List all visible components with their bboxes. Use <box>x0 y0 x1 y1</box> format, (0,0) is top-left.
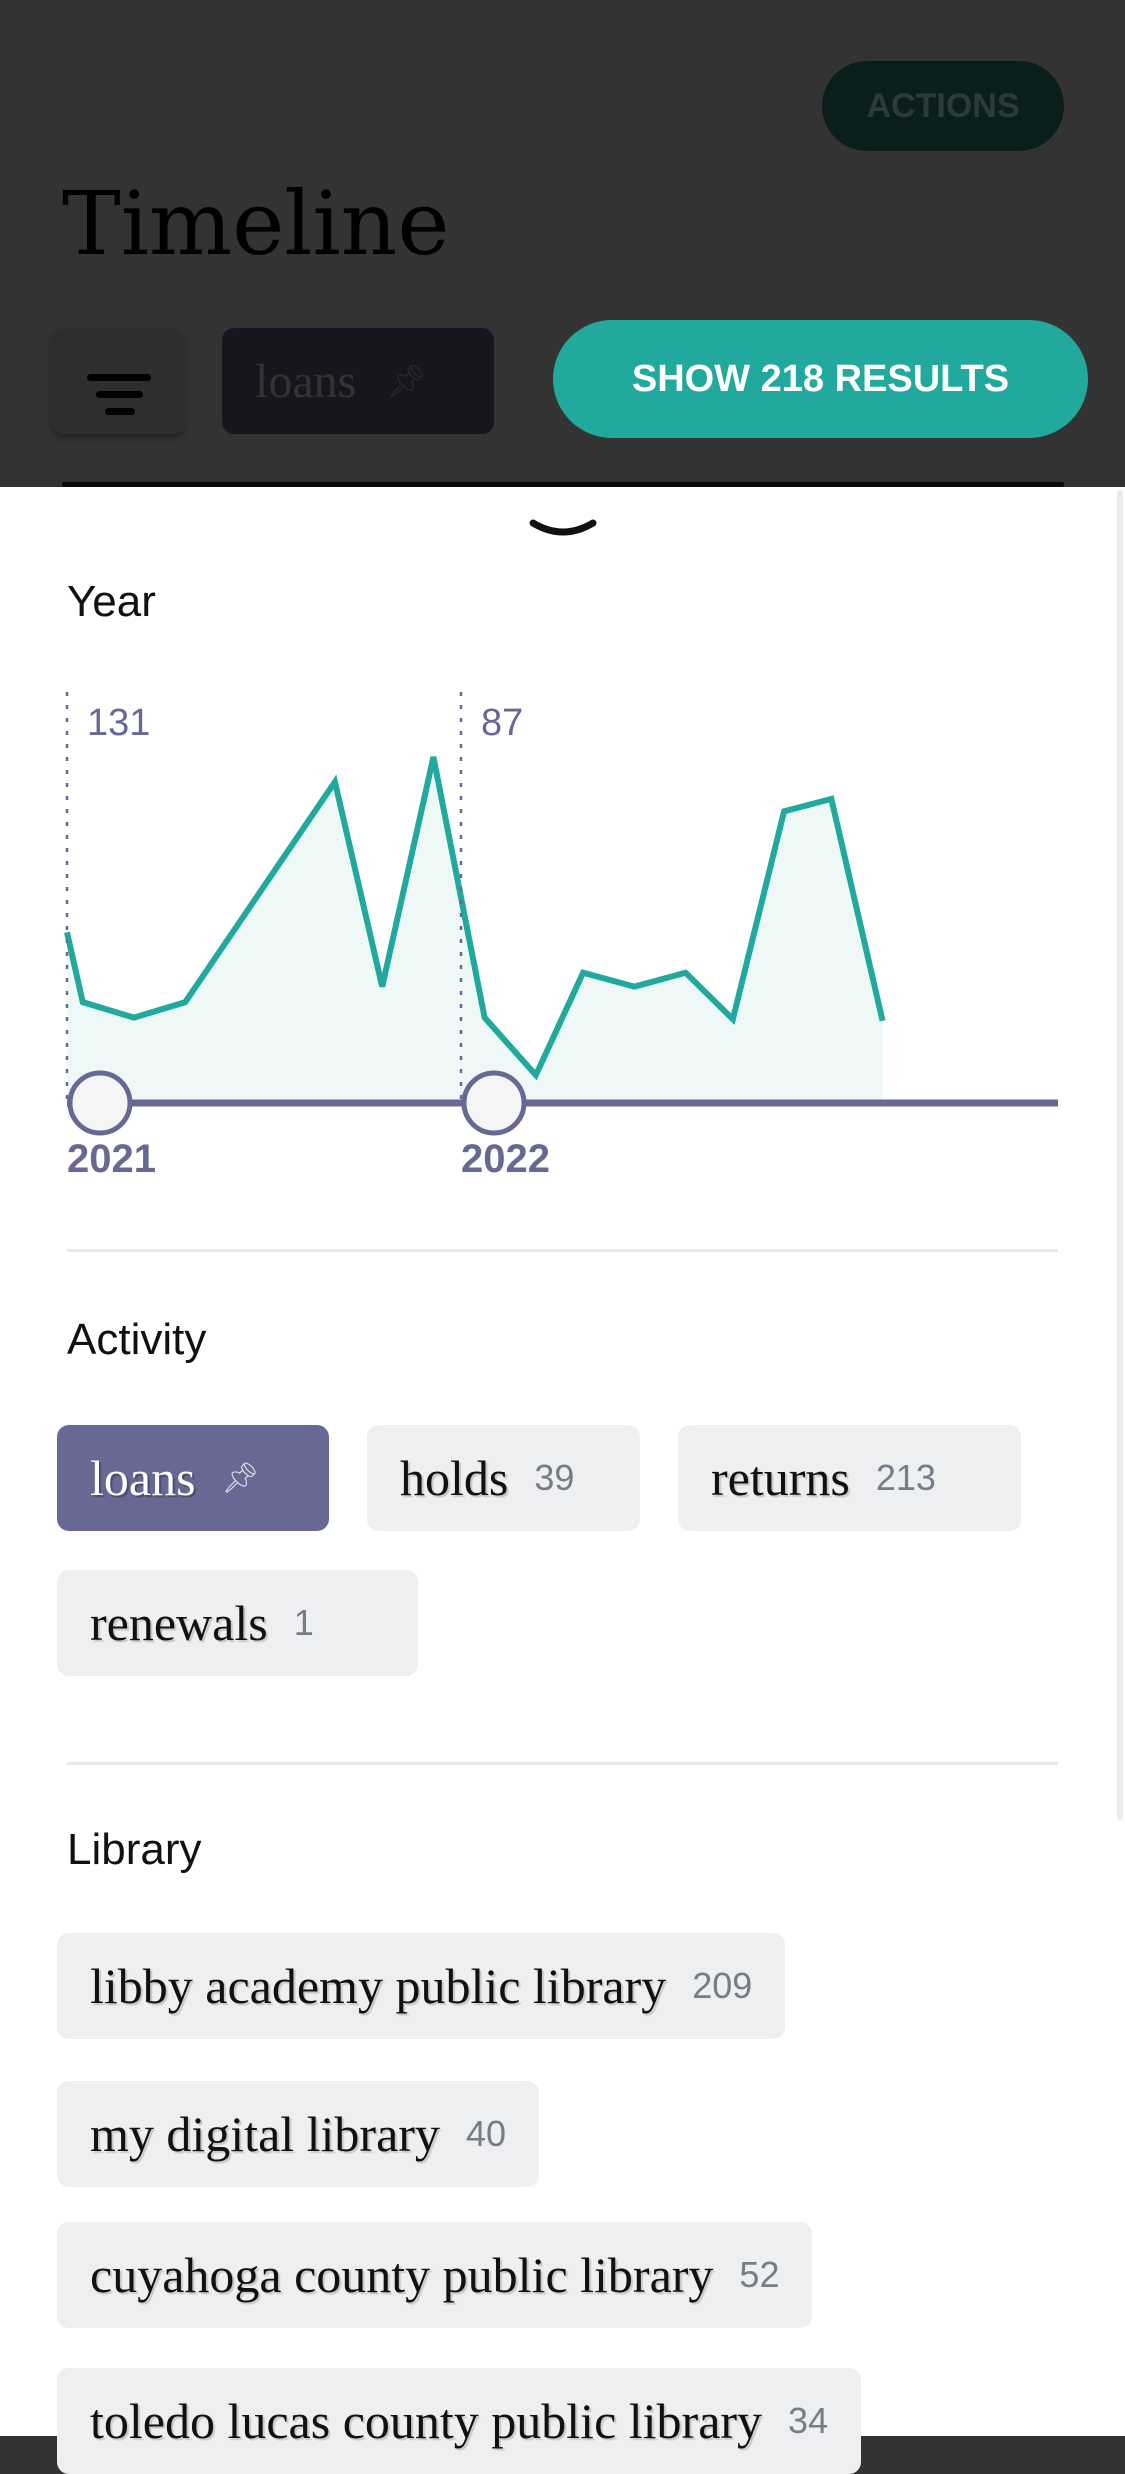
library-chip[interactable]: libby academy public library 209 <box>57 1933 785 2039</box>
chip-label: libby academy public library <box>90 1957 666 2015</box>
page-title: Timeline <box>62 180 449 268</box>
chip-label: returns <box>711 1449 850 1507</box>
scrollbar[interactable] <box>1117 490 1123 1820</box>
library-section-title: Library <box>67 1825 202 1875</box>
year-chart[interactable]: 131 2021 87 2022 <box>0 487 1125 1247</box>
divider <box>67 1249 1058 1252</box>
pin-icon: 📌︎ <box>386 362 427 400</box>
chip-label: cuyahoga county public library <box>90 2246 713 2304</box>
chip-count: 213 <box>876 1457 936 1499</box>
filter-button[interactable] <box>51 329 186 434</box>
x-tick-label: 2021 <box>67 1137 156 1181</box>
pinned-filter-label: loans <box>255 354 356 409</box>
activity-chip-holds[interactable]: holds 39 <box>367 1425 640 1531</box>
actions-button[interactable]: ACTIONS <box>822 61 1064 151</box>
slider-handle[interactable] <box>70 1073 130 1133</box>
library-chip[interactable]: cuyahoga county public library 52 <box>57 2222 812 2328</box>
pinned-filter-chip[interactable]: loans 📌︎ <box>222 328 494 434</box>
library-chip[interactable]: toledo lucas county public library 34 <box>57 2368 861 2474</box>
chip-label: loans <box>90 1449 196 1507</box>
chip-count: 1 <box>294 1602 314 1644</box>
activity-section-title: Activity <box>67 1315 206 1365</box>
slider-handle[interactable] <box>464 1073 524 1133</box>
chip-count: 40 <box>466 2113 506 2155</box>
activity-chip-loans[interactable]: loans 📌︎ <box>57 1425 329 1531</box>
year-total-label: 131 <box>87 702 150 744</box>
pin-icon: 📌︎ <box>222 1461 260 1496</box>
activity-chip-renewals[interactable]: renewals 1 <box>57 1570 418 1676</box>
library-chip[interactable]: my digital library 40 <box>57 2081 539 2187</box>
chip-label: my digital library <box>90 2105 440 2163</box>
year-total-label: 87 <box>481 702 523 744</box>
filter-sheet: Year 1312021872022 Activity loans 📌︎ hol… <box>0 487 1125 2436</box>
activity-chip-returns[interactable]: returns 213 <box>678 1425 1021 1531</box>
chip-label: holds <box>400 1449 508 1507</box>
chip-label: toledo lucas county public library <box>90 2392 762 2450</box>
chip-label: renewals <box>90 1594 268 1652</box>
chip-count: 209 <box>692 1965 752 2007</box>
show-results-button[interactable]: SHOW 218 RESULTS <box>553 320 1088 438</box>
chip-count: 39 <box>534 1457 574 1499</box>
x-tick-label: 2022 <box>461 1137 550 1181</box>
chart-area <box>67 757 883 1103</box>
divider <box>67 1762 1058 1765</box>
chip-count: 52 <box>739 2254 779 2296</box>
